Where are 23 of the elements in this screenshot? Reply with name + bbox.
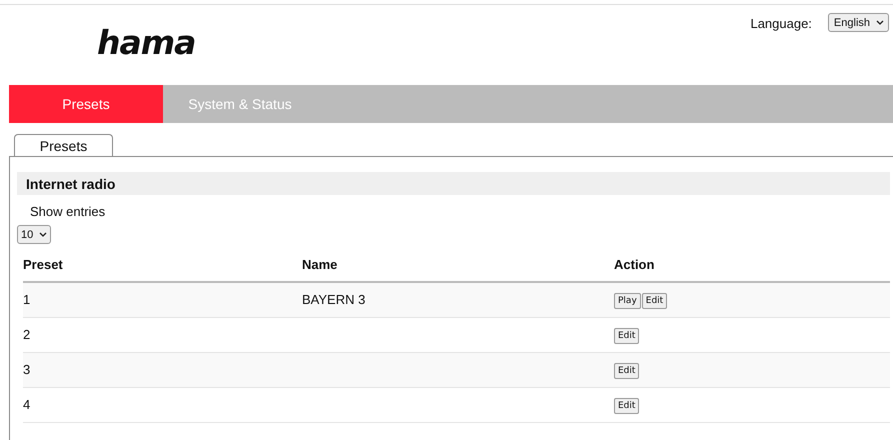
nav-tab[interactable]: Presets xyxy=(9,85,163,123)
table-cell: 3 xyxy=(23,362,30,377)
sub-tab[interactable]: Presets xyxy=(14,134,113,156)
table-cell: 1 xyxy=(23,292,30,308)
table-cell: BAYERN 3 xyxy=(302,292,366,308)
table-cell: 2 xyxy=(23,327,30,342)
column-header: Preset xyxy=(23,257,63,272)
chevron-down-icon xyxy=(39,232,48,238)
show-entries-label: Show entries xyxy=(30,204,106,219)
table-cell: 4 xyxy=(23,397,30,412)
page-size-select[interactable]: 10 xyxy=(17,225,52,244)
section-title: Internet radio xyxy=(17,172,890,195)
action-button[interactable]: Edit xyxy=(614,328,640,344)
logo: hama xyxy=(97,23,196,63)
action-button[interactable]: Edit xyxy=(614,398,640,414)
language-select[interactable]: English xyxy=(828,13,889,32)
action-button[interactable]: Edit xyxy=(614,362,640,378)
column-header: Action xyxy=(614,257,654,272)
action-button[interactable]: Edit xyxy=(642,292,668,309)
language-label: Language: xyxy=(750,16,812,31)
column-header: Name xyxy=(302,257,338,272)
chevron-down-icon xyxy=(876,20,884,26)
action-button[interactable]: Play xyxy=(614,292,641,309)
